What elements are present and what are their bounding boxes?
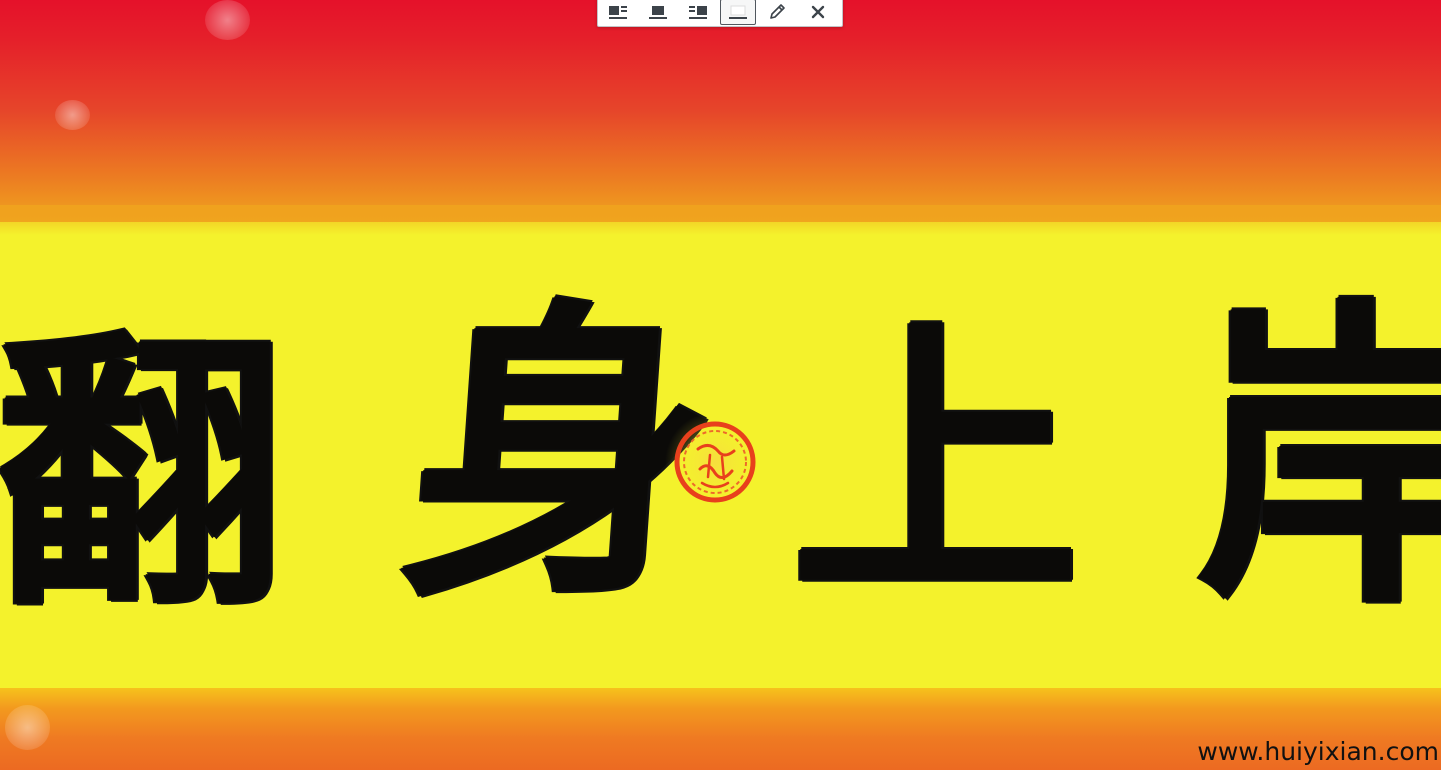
calligraphy-character-1: 翻	[0, 305, 285, 645]
align-center-icon	[649, 5, 667, 19]
align-right-icon	[689, 5, 707, 19]
website-watermark: www.huiyixian.com	[1197, 737, 1439, 766]
image-canvas[interactable]: 翻 身 上 岸 www.huiyixian.com	[0, 0, 1441, 770]
calligraphy-character-4: 岸	[1195, 272, 1441, 647]
align-center-button[interactable]	[640, 0, 676, 25]
red-seal-stamp	[665, 412, 765, 512]
calligraphy-character-2: 身	[392, 273, 728, 637]
align-none-button[interactable]	[720, 0, 756, 25]
align-none-icon	[729, 5, 747, 19]
close-icon	[811, 5, 825, 18]
sparkle-decoration	[5, 705, 50, 750]
pencil-icon	[770, 3, 785, 19]
sparkle-decoration	[55, 100, 90, 130]
image-toolbar	[597, 0, 843, 27]
sparkle-decoration	[205, 0, 250, 40]
edit-button[interactable]	[760, 0, 796, 25]
align-left-button[interactable]	[600, 0, 636, 25]
banner-top-blend	[0, 205, 1441, 235]
remove-button[interactable]	[800, 0, 836, 25]
calligraphy-character-3: 上	[790, 295, 1080, 635]
align-right-button[interactable]	[680, 0, 716, 25]
align-left-icon	[609, 5, 627, 19]
